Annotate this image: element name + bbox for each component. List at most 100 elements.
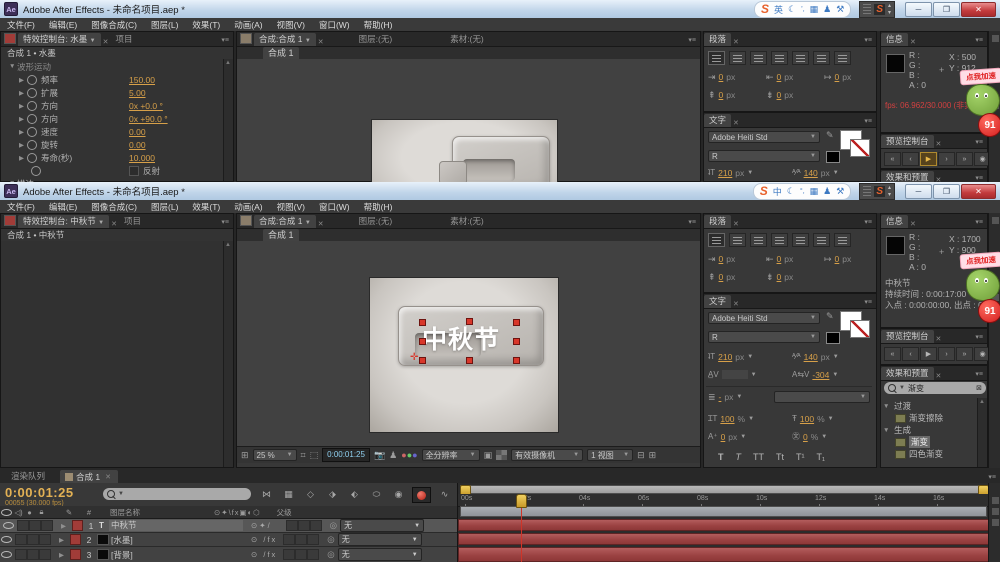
menu-layer[interactable]: 图层(L) xyxy=(144,201,185,213)
first-frame-button[interactable]: « xyxy=(884,152,901,166)
subscript-button[interactable]: T₁ xyxy=(817,452,826,462)
tab-preview[interactable]: 预览控制台 xyxy=(881,330,934,343)
ad-bubble[interactable]: 点我加速 xyxy=(960,68,1000,86)
panel-menu-icon[interactable]: ▾≡ xyxy=(688,36,700,46)
tsume-field[interactable]: ㉆0%▼ xyxy=(792,432,827,442)
parent-select[interactable]: 无▼ xyxy=(338,548,422,561)
leading-field[interactable]: ᴬ⁄ᴬ140px▼ xyxy=(792,168,839,178)
tab-close-icon[interactable]: ✕ xyxy=(316,220,326,228)
layer-row-3[interactable]: ▶ 3 [背景] ⊙ /fx ◎ 无▼ xyxy=(0,547,457,562)
stroke-width-field[interactable]: ≣-px▼ xyxy=(708,392,742,402)
panel-menu-icon[interactable]: ▾≡ xyxy=(221,218,233,228)
play-button[interactable]: ▶ xyxy=(920,347,937,361)
handle-bottom-right[interactable] xyxy=(513,357,520,364)
solo-column-icon[interactable]: ● xyxy=(24,508,35,517)
label-chip[interactable] xyxy=(72,520,83,531)
handle-bottom-center[interactable] xyxy=(466,357,473,364)
tab-close-icon[interactable]: ✕ xyxy=(731,300,741,308)
mini-fill-black[interactable] xyxy=(826,332,840,344)
mini-flowchart-icon[interactable]: ⋈ xyxy=(258,487,275,501)
ad-mascot[interactable] xyxy=(966,84,1000,116)
font-family-select[interactable]: Adobe Heiti Std▼ xyxy=(708,312,820,324)
panel-menu-icon[interactable]: ▾≡ xyxy=(864,36,876,46)
ime-keyboard-icon[interactable]: ▦ xyxy=(810,186,819,197)
menu-window[interactable]: 窗口(W) xyxy=(312,201,357,213)
sogou-dock-icon[interactable]: S xyxy=(874,4,885,15)
roi-icon[interactable]: ▣ xyxy=(484,451,493,460)
menu-file[interactable]: 文件(F) xyxy=(0,201,42,213)
tab-close-icon[interactable]: ✕ xyxy=(316,38,326,46)
tab-footage[interactable]: 素材:(无) xyxy=(445,33,489,46)
tab-close-icon[interactable]: ✕ xyxy=(101,38,111,46)
preset-search-input[interactable]: ▼ 渐变 ⊠ xyxy=(884,382,986,394)
draft-3d-icon[interactable]: ▦ xyxy=(280,487,297,501)
panel-grip[interactable] xyxy=(4,215,16,226)
tab-character[interactable]: 文字 xyxy=(704,295,731,308)
expander-icon[interactable]: ▶ xyxy=(19,154,27,162)
tab-close-icon[interactable]: ✕ xyxy=(731,38,741,46)
tab-character[interactable]: 文字 xyxy=(704,114,731,127)
space-before-field[interactable]: ⇞0px xyxy=(708,272,735,282)
indent-right-field[interactable]: ⇤0px xyxy=(766,254,793,264)
tab-footage[interactable]: 素材:(无) xyxy=(445,215,489,228)
tab-close-icon[interactable]: ✕ xyxy=(934,372,944,380)
video-column-icon[interactable] xyxy=(0,509,13,516)
font-family-select[interactable]: Adobe Heiti Std▼ xyxy=(708,131,820,143)
menu-animation[interactable]: 动画(A) xyxy=(227,201,269,213)
close-button[interactable]: ✕ xyxy=(961,2,996,17)
scrollbar[interactable]: ▲ xyxy=(223,241,233,467)
resolution-select[interactable]: 全分辨率▼ xyxy=(422,449,480,461)
anchor-point-icon[interactable]: ✛ xyxy=(410,352,418,363)
ime-bar[interactable]: S 中 ☾ °, ▦ ♟ ⚒ xyxy=(753,183,852,200)
tracking-field[interactable]: A⇆V-304▼ xyxy=(792,370,838,380)
lock-toggle[interactable] xyxy=(39,534,51,545)
layer-switches[interactable]: ⊙ /fx xyxy=(251,550,277,559)
expander-icon[interactable]: ▶ xyxy=(19,89,27,97)
switch-box[interactable] xyxy=(283,549,295,560)
parent-column[interactable]: 父级 xyxy=(277,507,292,518)
label-chip[interactable] xyxy=(70,549,81,560)
parent-pickwhip-icon[interactable]: ◎ xyxy=(327,534,334,545)
switch-box[interactable] xyxy=(283,534,295,545)
property-value[interactable]: 0.00 xyxy=(129,140,146,150)
scrollbar[interactable]: ▲ xyxy=(223,59,233,181)
show-snapshot-icon[interactable]: ♟ xyxy=(389,451,397,460)
parent-select[interactable]: 无▼ xyxy=(340,519,424,532)
menu-edit[interactable]: 编辑(E) xyxy=(42,201,84,213)
ime-dock[interactable]: S ▴▾ xyxy=(859,183,895,200)
ad-badge[interactable]: 91 xyxy=(978,299,1000,323)
menu-file[interactable]: 文件(F) xyxy=(0,19,42,31)
property-value[interactable]: 10.000 xyxy=(129,153,155,163)
titlebar[interactable]: Ae Adobe After Effects - 未命名项目.aep * S 英… xyxy=(0,0,1000,19)
ime-bar[interactable]: S 英 ☾ ’, ▦ ♟ ⚒ xyxy=(754,1,851,18)
switch-box[interactable] xyxy=(298,520,310,531)
channel-icon[interactable]: ●●● xyxy=(401,451,417,460)
layer-bar-3[interactable] xyxy=(458,547,989,562)
stopwatch-icon[interactable] xyxy=(31,166,41,176)
viewport-timecode[interactable]: 0:00:01:25 xyxy=(322,448,370,462)
handle-top-right[interactable] xyxy=(513,319,520,326)
layer-switches[interactable]: ⊙✦/ xyxy=(251,521,272,530)
switch-box[interactable] xyxy=(310,520,322,531)
tab-close-icon[interactable]: ✕ xyxy=(934,140,944,148)
justify-last-center-button[interactable] xyxy=(792,233,809,247)
sogou-icon[interactable]: S xyxy=(761,2,769,16)
play-button[interactable]: ▶ xyxy=(920,152,937,166)
switches-column-icons[interactable]: ⊙✦\fx▣◐⬡ xyxy=(214,508,261,517)
tab-project[interactable]: 项目 xyxy=(110,33,137,46)
next-frame-button[interactable]: › xyxy=(938,347,955,361)
eyedropper-icon[interactable]: ✎ xyxy=(826,312,834,321)
switch-box[interactable] xyxy=(295,549,307,560)
visibility-toggle[interactable] xyxy=(0,536,13,543)
panel-menu-icon[interactable]: ▾≡ xyxy=(988,473,1000,483)
sogou-icon[interactable]: S xyxy=(760,184,768,198)
timeline-scroll-strip[interactable] xyxy=(988,483,1000,562)
visibility-toggle[interactable] xyxy=(0,551,13,558)
viewport[interactable]: 中秋节 ✛ xyxy=(237,241,700,447)
stopwatch-icon[interactable] xyxy=(27,101,37,111)
align-center-button[interactable] xyxy=(729,51,746,65)
stroke-style-select[interactable]: ▼ xyxy=(774,391,870,403)
stopwatch-icon[interactable] xyxy=(27,75,37,85)
last-frame-button[interactable]: » xyxy=(956,152,973,166)
font-style-select[interactable]: R▼ xyxy=(708,331,820,343)
